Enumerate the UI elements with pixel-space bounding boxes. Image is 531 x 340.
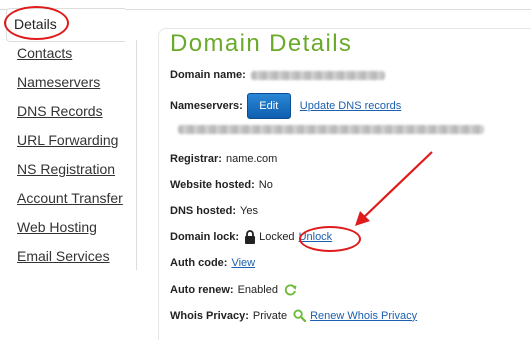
domain-lock-row: Domain lock: Locked Unlock: [170, 230, 332, 244]
domain-lock-label: Domain lock:: [170, 231, 240, 243]
sidebar: Details Contacts Nameservers DNS Records…: [0, 0, 138, 339]
sidebar-item-dns-records[interactable]: DNS Records: [17, 103, 103, 119]
page-title: Domain Details: [170, 30, 353, 57]
tab-details-label: Details: [14, 16, 57, 32]
registrar-value: name.com: [225, 153, 278, 165]
nameserver-list-row: [178, 125, 484, 134]
renew-whois-privacy-link[interactable]: Renew Whois Privacy: [310, 310, 417, 322]
dns-hosted-value: Yes: [240, 205, 258, 217]
auto-renew-label: Auto renew:: [170, 283, 234, 296]
dns-hosted-row: DNS hosted: Yes: [170, 205, 258, 217]
auto-renew-value: Enabled: [237, 283, 278, 296]
sidebar-divider: [136, 40, 137, 270]
sidebar-item-ns-registration[interactable]: NS Registration: [17, 161, 115, 177]
domain-lock-value: Locked: [259, 231, 295, 243]
registrar-label: Registrar:: [170, 153, 222, 165]
website-hosted-label: Website hosted:: [170, 179, 255, 191]
unlock-link[interactable]: Unlock: [299, 231, 333, 243]
nameservers-row: Nameservers: Edit Update DNS records: [170, 93, 401, 119]
sidebar-item-email-services[interactable]: Email Services: [17, 248, 110, 264]
website-hosted-value: No: [258, 179, 273, 191]
domain-name-row: Domain name:: [170, 69, 385, 81]
whois-privacy-value: Private: [252, 309, 288, 322]
dns-hosted-label: DNS hosted:: [170, 205, 236, 217]
refresh-icon[interactable]: [284, 283, 297, 296]
tab-details[interactable]: Details: [6, 8, 125, 42]
auth-code-row: Auth code: View: [170, 257, 255, 269]
edit-nameservers-button[interactable]: Edit: [246, 93, 291, 119]
whois-privacy-row: Whois Privacy: Private Renew Whois Priva…: [170, 309, 417, 322]
registrar-row: Registrar: name.com: [170, 153, 277, 165]
auth-code-label: Auth code:: [170, 257, 228, 269]
nameservers-label: Nameservers:: [170, 100, 243, 112]
domain-name-label: Domain name:: [170, 69, 246, 81]
sidebar-item-account-transfer[interactable]: Account Transfer: [17, 190, 123, 206]
sidebar-item-nameservers[interactable]: Nameservers: [17, 74, 100, 90]
auto-renew-row: Auto renew: Enabled: [170, 283, 297, 296]
lock-icon: [245, 230, 256, 244]
domain-name-redacted: [250, 70, 385, 80]
whois-privacy-label: Whois Privacy:: [170, 309, 249, 322]
nameservers-redacted: [178, 125, 484, 134]
sidebar-item-web-hosting[interactable]: Web Hosting: [17, 219, 97, 235]
website-hosted-row: Website hosted: No: [170, 179, 273, 191]
view-auth-code-link[interactable]: View: [231, 257, 255, 269]
sidebar-item-contacts[interactable]: Contacts: [17, 45, 72, 61]
sidebar-item-url-forwarding[interactable]: URL Forwarding: [17, 132, 118, 148]
search-icon: [293, 309, 307, 322]
update-dns-records-link[interactable]: Update DNS records: [300, 100, 402, 112]
